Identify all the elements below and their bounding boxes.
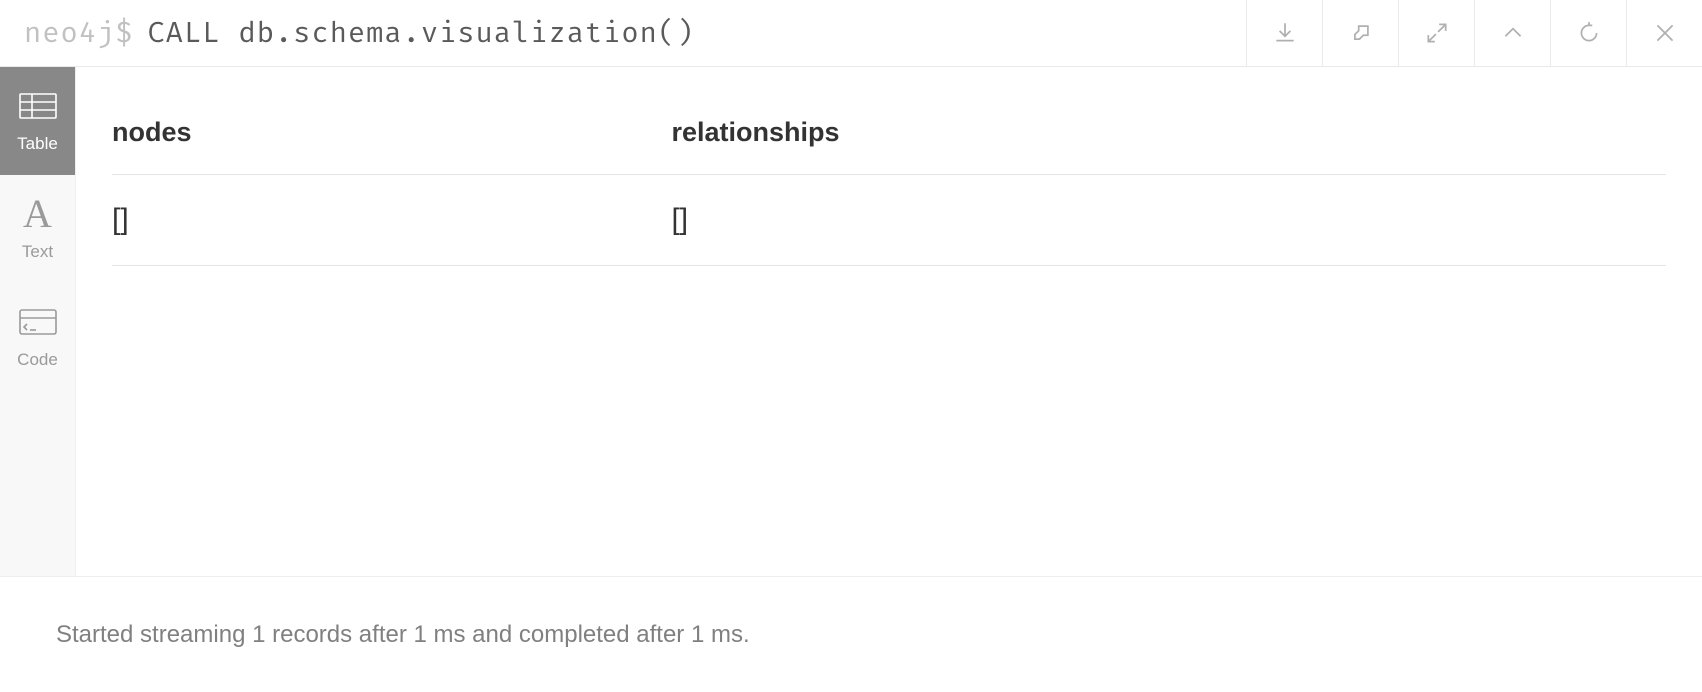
collapse-button[interactable]	[1474, 0, 1550, 66]
tab-code-label: Code	[17, 350, 58, 370]
cell-nodes: []	[112, 175, 671, 266]
rerun-button[interactable]	[1550, 0, 1626, 66]
download-icon	[1272, 20, 1298, 46]
query-prompt-area: neo4j$ CALL db.schema.visualization()	[0, 16, 1246, 51]
chevron-up-icon	[1500, 20, 1526, 46]
result-panel: nodes relationships [] []	[76, 67, 1702, 576]
text-icon: A	[23, 196, 52, 232]
column-header-nodes: nodes	[112, 103, 671, 175]
query-text: CALL db.schema.visualization()	[147, 16, 694, 51]
tab-text-label: Text	[22, 242, 53, 262]
status-text: Started streaming 1 records after 1 ms a…	[56, 621, 750, 649]
status-footer: Started streaming 1 records after 1 ms a…	[0, 576, 1702, 692]
tab-table[interactable]: Table	[0, 67, 75, 175]
header-actions	[1246, 0, 1702, 66]
expand-button[interactable]	[1398, 0, 1474, 66]
close-button[interactable]	[1626, 0, 1702, 66]
pin-button[interactable]	[1322, 0, 1398, 66]
column-header-relationships: relationships	[671, 103, 1666, 175]
code-icon	[18, 304, 58, 340]
tab-text[interactable]: A Text	[0, 175, 75, 283]
pin-icon	[1348, 20, 1374, 46]
tab-code[interactable]: Code	[0, 283, 75, 391]
close-icon	[1652, 20, 1678, 46]
prompt-label: neo4j$	[24, 16, 133, 51]
cell-relationships: []	[671, 175, 1666, 266]
rerun-icon	[1576, 20, 1602, 46]
result-body: Table A Text Code nodes relationships	[0, 67, 1702, 576]
download-button[interactable]	[1246, 0, 1322, 66]
result-table: nodes relationships [] []	[112, 103, 1666, 266]
table-row: [] []	[112, 175, 1666, 266]
table-icon	[18, 88, 58, 124]
table-header-row: nodes relationships	[112, 103, 1666, 175]
view-sidebar: Table A Text Code	[0, 67, 76, 576]
expand-icon	[1424, 20, 1450, 46]
tab-table-label: Table	[17, 134, 58, 154]
query-header: neo4j$ CALL db.schema.visualization()	[0, 0, 1702, 67]
